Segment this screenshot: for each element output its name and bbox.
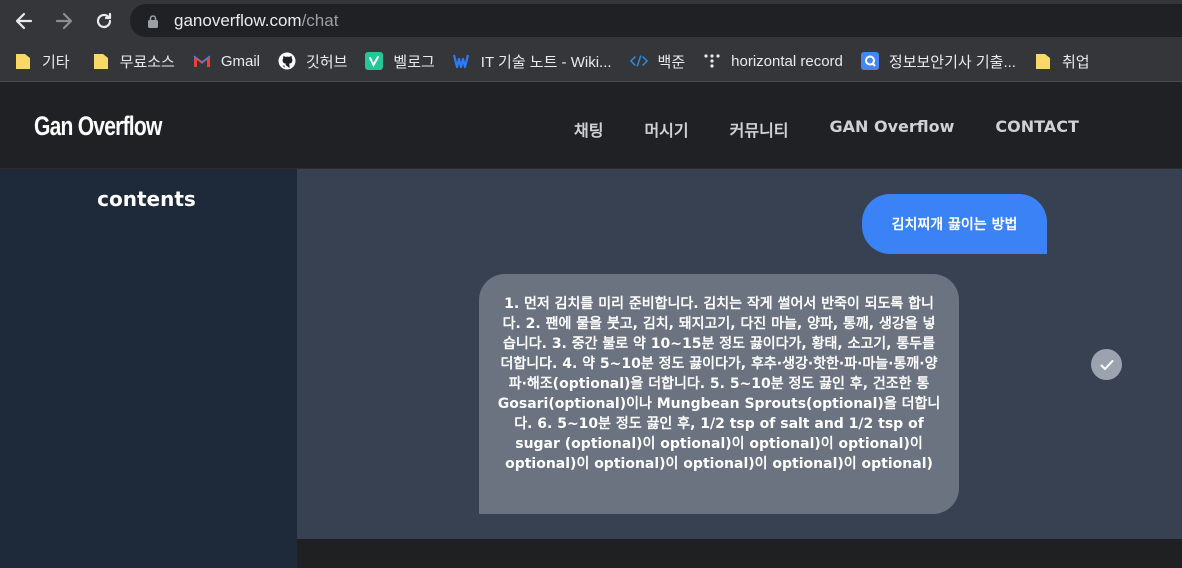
url-path: /chat [301, 10, 339, 30]
bookmark-item[interactable]: 벨로그 [365, 51, 435, 72]
bookmark-label: 백준 [657, 53, 686, 71]
bookmark-item[interactable]: 무료소스 [92, 51, 175, 72]
bookmark-label: 무료소스 [119, 53, 175, 71]
bookmark-label: 정보보안기사 기출... [888, 53, 1016, 71]
sidebar-title: contents [97, 187, 196, 211]
bookmark-label: 깃허브 [305, 53, 348, 71]
folder-icon [14, 52, 32, 70]
wiki-icon [452, 52, 471, 70]
nav-item-gan-overflow[interactable]: GAN Overflow [830, 117, 955, 141]
nav-item-community[interactable]: 커뮤니티 [730, 117, 789, 141]
bookmark-item[interactable]: Gmail [193, 52, 260, 70]
quizlet-icon [860, 52, 879, 70]
url-host: ganoverflow.com [174, 10, 302, 30]
arrow-left-icon [15, 12, 33, 29]
code-icon [629, 52, 648, 70]
back-button[interactable] [4, 1, 44, 41]
bookmark-item[interactable]: 백준 [629, 51, 686, 72]
bookmark-item[interactable]: 기타 [14, 51, 70, 72]
github-icon [278, 52, 296, 70]
reload-button[interactable] [84, 1, 124, 41]
folder-icon [92, 52, 110, 70]
check-icon [1100, 359, 1113, 370]
arrow-right-icon [55, 12, 73, 29]
folder-icon [1034, 52, 1052, 70]
bookmark-label: 기타 [42, 53, 70, 71]
address-bar[interactable]: ganoverflow.com/chat [130, 4, 1182, 37]
velog-icon [365, 52, 384, 70]
bookmark-item[interactable]: 정보보안기사 기출... [860, 51, 1016, 72]
bookmark-label: 벨로그 [393, 53, 435, 71]
bookmark-item[interactable]: IT 기술 노트 - Wiki... [452, 51, 612, 72]
sidebar: contents [0, 169, 297, 568]
user-message-bubble: 김치찌개 끓이는 방법 [862, 194, 1047, 254]
bookmark-label: horizontal record [731, 52, 843, 70]
site-logo[interactable]: Gan Overflow [34, 111, 162, 142]
bot-message-bubble: 1. 먼저 김치를 미리 준비합니다. 김치는 작게 썰어서 반죽이 되도록 합… [479, 274, 959, 514]
chat-footer [297, 539, 1182, 568]
browser-toolbar: ganoverflow.com/chat [0, 0, 1182, 41]
bookmark-item[interactable]: 깃허브 [278, 51, 347, 72]
bookmark-item[interactable]: 취업 [1034, 51, 1090, 72]
site-header: Gan Overflow 채팅 머시기 커뮤니티 GAN Overflow CO… [0, 83, 1182, 169]
nav-item-chat[interactable]: 채팅 [574, 117, 603, 141]
main-nav: 채팅 머시기 커뮤니티 GAN Overflow CONTACT [574, 117, 1120, 141]
bookmark-label: Gmail [220, 52, 260, 70]
gmail-icon [193, 52, 211, 70]
nav-item-misc[interactable]: 머시기 [644, 117, 688, 141]
forward-button[interactable] [44, 1, 84, 41]
nav-item-contact[interactable]: CONTACT [995, 117, 1078, 141]
reload-icon [96, 12, 112, 28]
lock-icon [148, 14, 158, 28]
bookmark-label: 취업 [1061, 53, 1090, 71]
bookmark-item[interactable]: horizontal record [703, 52, 843, 70]
bookmark-label: IT 기술 노트 - Wiki... [480, 53, 612, 71]
dots-icon [703, 52, 721, 70]
select-answer-button[interactable] [1091, 349, 1122, 380]
bookmarks-bar: 기타 무료소스 Gmail 깃허브 벨로그 IT 기술 노트 - Wiki...… [0, 41, 1182, 82]
